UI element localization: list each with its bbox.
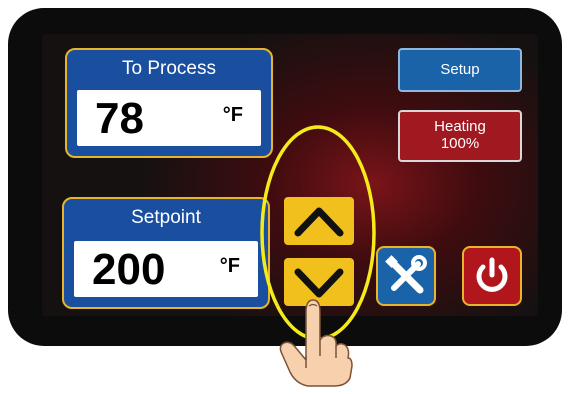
pointing-hand-icon [279,299,353,387]
